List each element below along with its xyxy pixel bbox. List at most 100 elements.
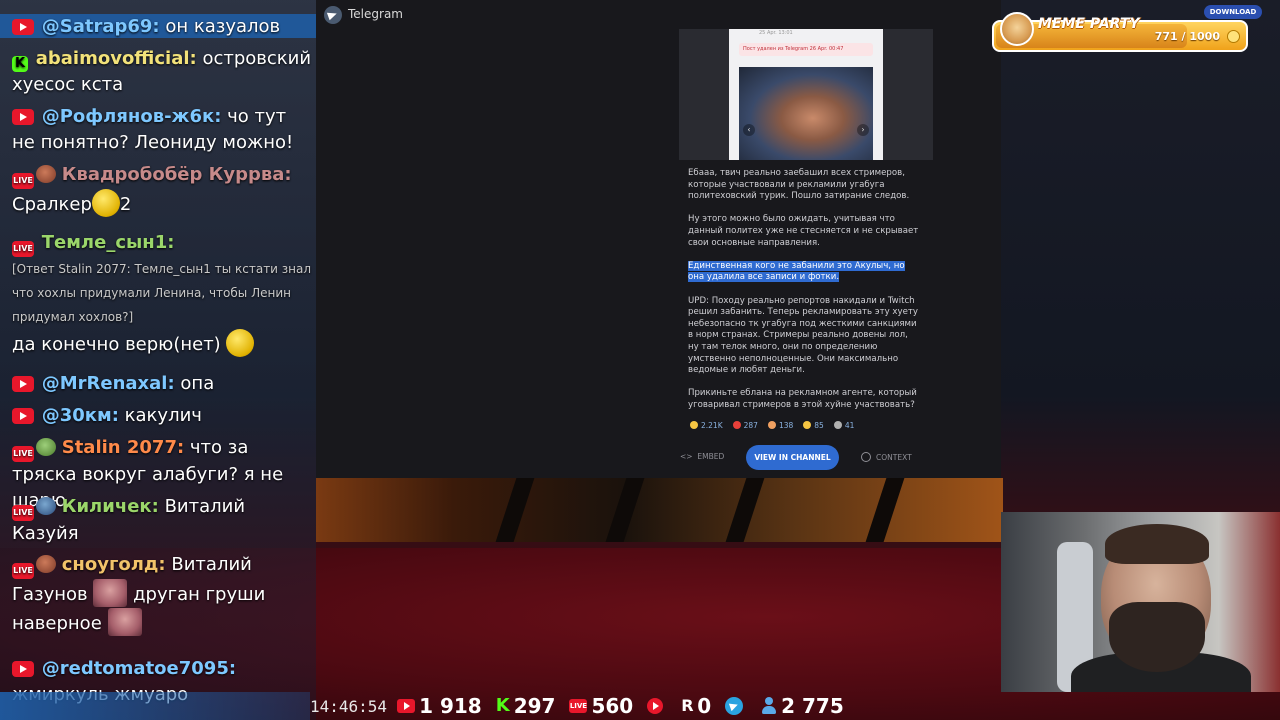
chat-reply-quote: [Ответ Stalin 2077: Темле_сын1 ты кстати… — [12, 262, 312, 324]
vk-live-icon: LIVE — [12, 505, 34, 521]
scene-beam — [865, 478, 905, 542]
stream-status-bar: 14:46:54 1 918 K 297 LIVE 560 R0 2 775 — [310, 692, 870, 720]
chat-username: @MrRenaxal: — [41, 373, 175, 394]
streamer-beard — [1109, 602, 1205, 672]
vk-live-icon: LIVE — [12, 173, 34, 189]
reaction[interactable]: 2.21K — [690, 419, 723, 431]
post-image[interactable]: 25 Apr. 13:01 Пост удален из Telegram 26… — [679, 29, 933, 160]
chat-message: @Satrap69: он казуалов — [12, 14, 312, 40]
vk-viewers: LIVE 560 — [569, 694, 633, 718]
chat-message: @Рофлянов-ж6к: чо тут не понятно? Леонид… — [12, 104, 312, 156]
reaction[interactable]: 287 — [732, 419, 758, 431]
download-button[interactable]: DOWNLOAD — [1204, 5, 1262, 19]
user-avatar — [36, 165, 56, 183]
scene-beam — [725, 478, 765, 542]
post-paragraph: Прикиньте еблана на рекламном агенте, ко… — [688, 388, 917, 410]
reactions-row: 2.21K 287 138 85 41 — [690, 419, 930, 431]
vk-live-icon: LIVE — [12, 446, 34, 462]
youtube-viewers: 1 918 — [397, 694, 482, 718]
kick-icon: K — [495, 695, 510, 716]
vk-live-icon: LIVE — [12, 563, 34, 579]
scene-beam — [495, 478, 535, 542]
code-icon: <> — [680, 452, 693, 461]
context-button[interactable]: CONTEXT — [861, 452, 912, 462]
laugh-emoji-icon — [690, 421, 698, 429]
chat-text: друган груши — [133, 584, 266, 605]
chat-message: LIVE Киличек: Виталий Казуйя — [12, 494, 312, 547]
reaction-count: 85 — [814, 420, 824, 430]
play-icon — [647, 698, 664, 714]
post-paragraph: Ну этого можно было ожидать, учитывая чт… — [688, 214, 919, 248]
chat-message: LIVE Квадробобёр Куррва: Сралкер 2 — [12, 162, 312, 218]
chat-message: LIVE Темле_сын1: [Ответ Stalin 2077: Тем… — [12, 230, 312, 358]
reaction-count: 2.21K — [701, 420, 723, 430]
play-indicator — [647, 698, 667, 714]
reaction[interactable]: 41 — [833, 419, 855, 431]
chat-username: @redtomatoe7095: — [41, 658, 237, 679]
chat-message: K abaimovofficial: островский хуесос кст… — [12, 46, 312, 98]
chat-username: Киличек: — [61, 496, 159, 517]
view-in-channel-button[interactable]: VIEW IN CHANNEL — [746, 445, 839, 470]
chat-username: @30км: — [41, 405, 119, 426]
tombstone-emoji-icon — [833, 421, 842, 429]
chat-text: наверное — [12, 613, 102, 634]
youtube-icon — [12, 408, 34, 424]
webcam-feed — [1001, 512, 1280, 692]
post-body: Ебааа, твич реально заебашил всех стриме… — [688, 168, 920, 423]
chat-message: LIVE сноуголд: Виталий Газунов друган гр… — [12, 552, 312, 637]
streamer-hair — [1105, 524, 1209, 564]
youtube-icon — [12, 109, 34, 125]
youtube-icon — [12, 661, 34, 677]
chat-username: сноуголд: — [61, 554, 166, 575]
chat-overlay: @Satrap69: он казуалов K abaimovofficial… — [0, 0, 316, 720]
heart-emoji-icon — [732, 421, 741, 429]
stream-frame: @Satrap69: он казуалов K abaimovofficial… — [0, 0, 1280, 720]
youtube-icon — [397, 699, 416, 713]
chat-text: какулич — [124, 405, 202, 426]
rutube-viewers: R0 — [681, 694, 711, 718]
chat-text: да конечно верю(нет) — [12, 334, 221, 355]
meme-party-widget: MEME PARTY 771 / 1000 DOWNLOAD — [992, 5, 1262, 54]
vk-live-icon: LIVE — [569, 699, 588, 713]
reaction-count: 41 — [844, 420, 855, 430]
embed-button[interactable]: <> EMBED — [680, 452, 724, 461]
reaction[interactable]: 85 — [803, 419, 824, 431]
telegram-embed-panel: Telegram 25 Apr. 13:01 Пост удален из Te… — [316, 0, 1001, 478]
reaction-count: 287 — [743, 420, 758, 430]
chat-username: Квадробобёр Куррва: — [61, 164, 292, 185]
photo-thumbnail — [739, 67, 873, 160]
chat-message: @MrRenaxal: опа — [12, 371, 312, 397]
meme-party-title: MEME PARTY — [1038, 16, 1140, 32]
telegram-icon — [725, 697, 744, 715]
screenshot-phone: 25 Apr. 13:01 Пост удален из Telegram 26… — [729, 29, 883, 160]
user-avatar — [36, 555, 56, 573]
chat-message: @30км: какулич — [12, 403, 312, 429]
reaction[interactable]: 138 — [767, 419, 793, 431]
context-label: CONTEXT — [876, 453, 912, 462]
user-avatar — [36, 497, 56, 515]
ball-emoji-icon — [91, 189, 120, 217]
monocle-emoji-icon — [226, 329, 255, 357]
game-footage — [316, 478, 1003, 542]
meme-progress-count: 771 / 1000 — [1154, 30, 1220, 43]
coin-icon — [1227, 30, 1240, 43]
embed-label: EMBED — [697, 452, 725, 461]
post-actions: <> EMBED VIEW IN CHANNEL CONTEXT — [678, 445, 998, 471]
chat-text: Сралкер — [12, 194, 92, 215]
face-emote-icon — [107, 608, 142, 636]
youtube-icon — [12, 19, 34, 35]
next-arrow-icon[interactable]: › — [857, 124, 869, 136]
app-title: Telegram — [348, 7, 403, 21]
post-paragraph: UPD: Походу реально репортов накидали и … — [688, 295, 918, 376]
kick-viewers: K 297 — [496, 694, 556, 718]
face-emote-icon — [93, 579, 128, 607]
shock-emoji-icon — [767, 421, 776, 429]
chat-text-suffix: 2 — [119, 194, 132, 215]
user-icon — [761, 697, 777, 715]
post-paragraph: Ебааа, твич реально заебашил всех стриме… — [688, 168, 910, 202]
chat-username: Темле_сын1: — [41, 232, 175, 253]
chat-username: @Satrap69: — [41, 16, 160, 37]
kick-count: 297 — [513, 694, 556, 718]
prev-arrow-icon[interactable]: ‹ — [743, 124, 755, 136]
clock: 14:46:54 — [310, 696, 388, 716]
